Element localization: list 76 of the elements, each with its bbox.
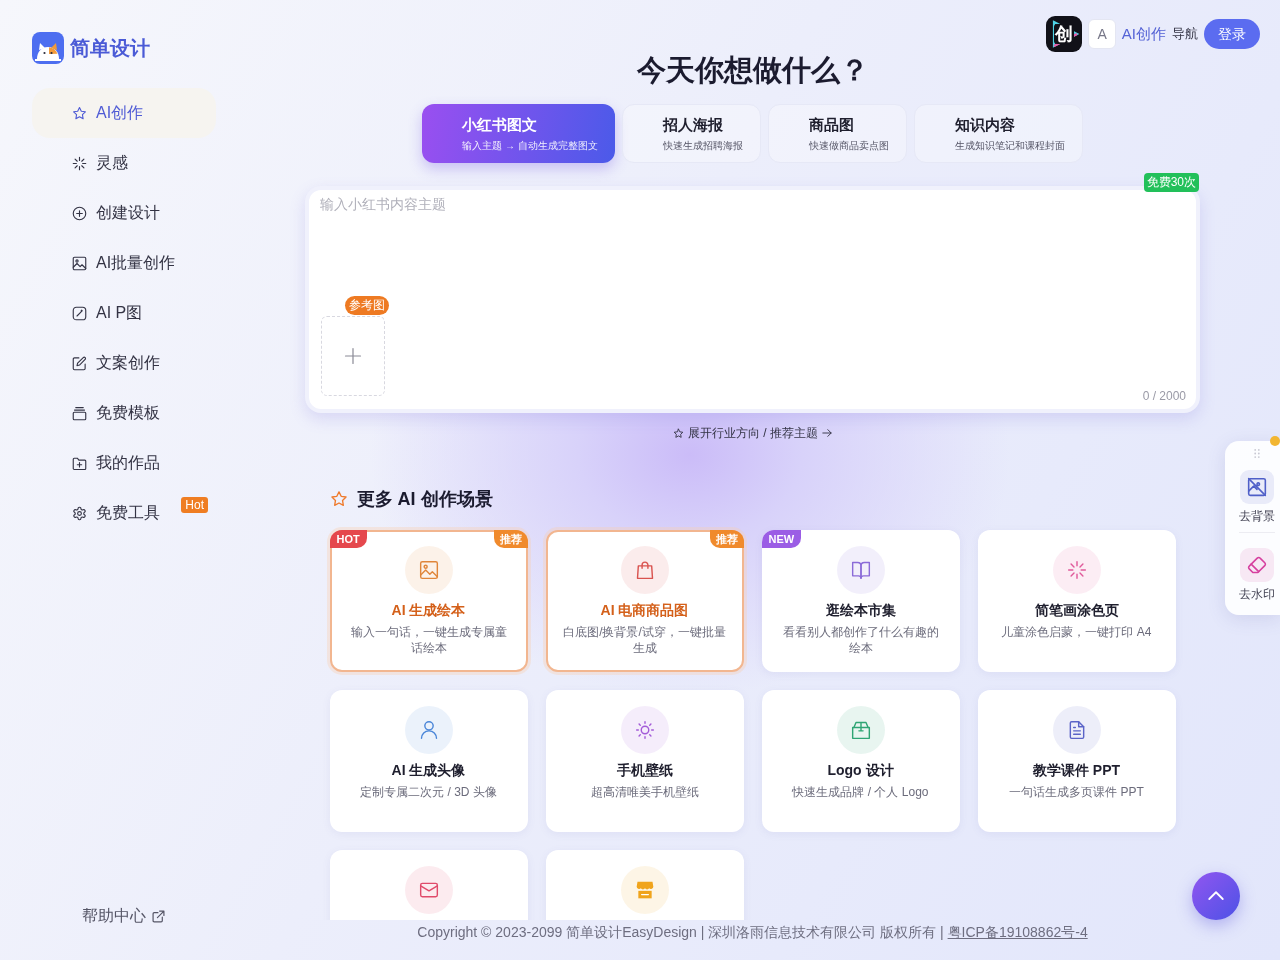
card-title: 简笔画涂色页 — [1034, 601, 1119, 620]
card-title: 教学课件 PPT — [1032, 761, 1121, 780]
sidebar-item[interactable]: 文案创作 — [32, 338, 216, 388]
sidebar-item[interactable]: 灵感 — [32, 138, 216, 188]
reference-image-upload[interactable] — [321, 316, 385, 396]
card-title: 逛绘本市集 — [825, 601, 896, 620]
corner-badge: 推荐 — [709, 530, 744, 548]
scene-card[interactable]: 推荐 AI 电商商品图 白底图/换背景/试穿，一键批量生成 — [545, 530, 744, 672]
sidebar-item[interactable]: 创建设计 — [32, 188, 216, 238]
square-slash-icon — [72, 305, 87, 321]
page-title: 今天你想做什么？ — [636, 53, 869, 88]
scene-card[interactable]: NEW 逛绘本市集 看看别人都创作了什么有趣的绘本 — [761, 530, 960, 672]
help-center-link[interactable]: 帮助中心 — [82, 906, 165, 926]
settings-icon — [72, 505, 87, 521]
sidebar-item[interactable]: 免费工具 Hot — [32, 488, 216, 538]
mode-tab[interactable]: 小红书图文 输入主题 → 自动生成完整图文 — [422, 104, 615, 163]
sidebar-item[interactable]: AI批量创作 — [32, 238, 216, 288]
card-description: 快速生成品牌 / 个人 Logo — [791, 784, 930, 800]
plus-icon — [344, 347, 362, 365]
scene-card[interactable]: 简笔画涂色页 儿童涂色启蒙，一键打印 A4 — [977, 530, 1176, 672]
corner-badge: 推荐 — [493, 530, 528, 548]
scene-card[interactable]: 手机壁纸 超高清唯美手机壁纸 — [545, 690, 744, 832]
quota-badge: 免费30次 — [1143, 173, 1199, 192]
scene-card[interactable]: HOT 推荐 AI 生成绘本 输入一句话，一键生成专属童话绘本 — [329, 530, 528, 672]
scene-card[interactable]: AI 生成头像 定制专属二次元 / 3D 头像 — [329, 690, 528, 832]
sidebar-item[interactable]: AI P图 — [32, 288, 216, 338]
brand-name: 简单设计 — [70, 36, 150, 61]
mode-tab[interactable]: 商品图 快速做商品卖点图 — [767, 104, 907, 163]
nav-label: 导航 — [1172, 25, 1198, 43]
corner-badge: HOT — [329, 530, 367, 548]
stack-icon — [72, 405, 87, 421]
star-icon — [673, 427, 684, 439]
icp-link[interactable]: 粤ICP备19108862号-4 — [947, 924, 1088, 940]
section-title: 更多 AI 创作场景 — [356, 488, 493, 511]
cat-logo-icon — [32, 32, 64, 64]
character-counter: 0 / 2000 — [1142, 388, 1186, 404]
tool-button[interactable]: 去水印 — [1239, 548, 1275, 602]
card-description: 儿童涂色启蒙，一键打印 A4 — [1000, 624, 1153, 640]
card-description: 输入一句话，一键生成专属童话绘本 — [349, 624, 508, 656]
login-button[interactable]: 登录 — [1204, 19, 1260, 49]
copyright-text: Copyright © 2023-2099 简单设计EasyDesign | 深圳洛雨信息技术有限公司 版权所有 | 粤ICP备19108862号-4 — [417, 923, 1088, 942]
folder-plus-icon — [72, 455, 87, 471]
expand-topics-link[interactable]: 展开行业方向 / 推荐主题 — [673, 425, 832, 441]
mode-tab[interactable]: 知识内容 生成知识笔记和课程封面 — [913, 104, 1083, 163]
sidebar-item[interactable]: 我的作品 — [32, 438, 216, 488]
drag-handle-icon — [1254, 449, 1260, 458]
hot-badge: Hot — [181, 497, 208, 513]
card-title: 手机壁纸 — [616, 761, 673, 780]
scene-card[interactable]: Logo 设计 快速生成品牌 / 个人 Logo — [761, 690, 960, 832]
sparkle-icon — [72, 155, 87, 171]
app-logo[interactable]: 创 — [1046, 16, 1083, 52]
card-title: AI 电商商品图 — [600, 601, 689, 620]
card-title: AI 生成头像 — [391, 761, 466, 780]
image-icon — [72, 255, 87, 271]
card-description: 看看别人都创作了什么有趣的绘本 — [781, 624, 940, 656]
tool-button[interactable]: 去背景 — [1239, 470, 1275, 524]
star-icon — [72, 105, 87, 121]
reference-badge: 参考图 — [345, 296, 389, 315]
card-description: 一句话生成多页课件 PPT — [1008, 784, 1145, 800]
sidebar-item[interactable]: 免费模板 — [32, 388, 216, 438]
star-icon — [329, 490, 348, 508]
card-description: 定制专属二次元 / 3D 头像 — [359, 784, 498, 800]
edit-icon — [72, 355, 87, 371]
card-description: 超高清唯美手机壁纸 — [589, 784, 700, 800]
arrow-right-icon — [822, 428, 832, 438]
mode-tab[interactable]: 招人海报 快速生成招聘海报 — [621, 104, 761, 163]
card-title: AI 生成绘本 — [391, 601, 466, 620]
plus-circle-icon — [72, 205, 87, 221]
external-link-icon — [152, 909, 165, 923]
card-description: 白底图/换背景/试穿，一键批量生成 — [562, 624, 727, 656]
sidebar-item[interactable]: AI创作 — [32, 88, 216, 138]
corner-badge: NEW — [761, 530, 802, 548]
card-title: Logo 设计 — [827, 761, 894, 780]
scene-card[interactable]: 教学课件 PPT 一句话生成多页课件 PPT — [977, 690, 1176, 832]
app-name: AI创作 — [1121, 24, 1166, 44]
text-field[interactable]: A — [1088, 19, 1116, 49]
